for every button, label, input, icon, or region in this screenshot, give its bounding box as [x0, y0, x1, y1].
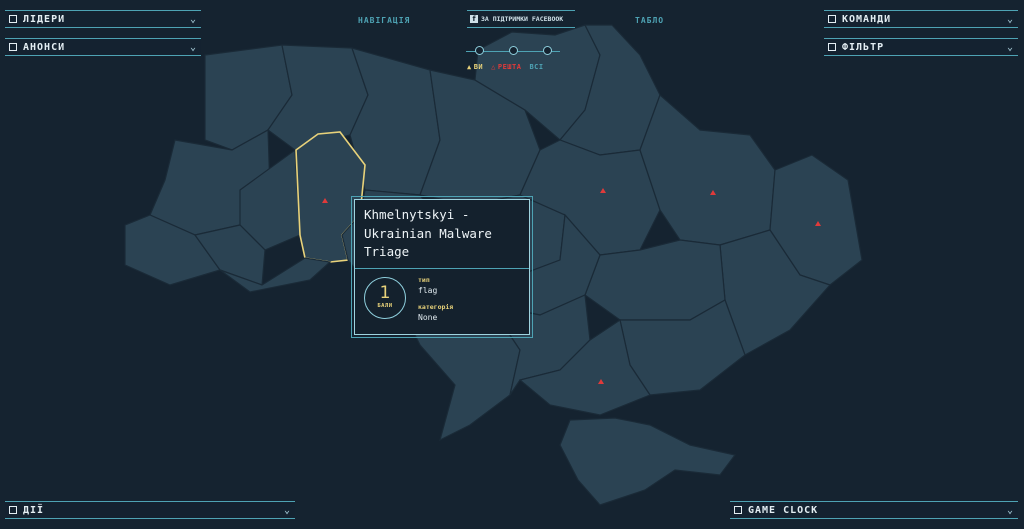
legend-rest[interactable]: △ РЕШТА	[491, 63, 521, 71]
announcements-label: АНОНСИ	[23, 41, 66, 53]
leaders-panel[interactable]: ЛІДЕРИ ⌄	[5, 10, 201, 28]
legend-you-label: ВИ	[473, 63, 484, 71]
game-clock-label: GAME CLOCK	[748, 504, 819, 516]
chevron-down-icon: ⌄	[1006, 41, 1014, 53]
checkbox-icon	[9, 43, 17, 51]
challenge-popup[interactable]: Khmelnytskyi - Ukrainian Malware Triage …	[351, 196, 533, 338]
slider-knob-all[interactable]	[543, 46, 552, 55]
chevron-down-icon: ⌄	[189, 13, 197, 25]
chevron-down-icon: ⌄	[1006, 13, 1014, 25]
type-meta: тип flag	[418, 276, 437, 295]
view-filter-slider[interactable]	[466, 45, 560, 59]
checkbox-icon	[9, 15, 17, 23]
facebook-label: ЗА ПІДТРИМКИ FACEBOOK	[481, 15, 564, 23]
facebook-sponsor[interactable]: f ЗА ПІДТРИМКИ FACEBOOK	[467, 10, 575, 28]
category-meta: категорія None	[418, 303, 453, 322]
actions-label: ДІЇ	[23, 504, 45, 516]
challenge-title: Khmelnytskyi - Ukrainian Malware Triage	[355, 200, 529, 269]
category-label: категорія	[418, 303, 454, 311]
slider-knob-you[interactable]	[475, 46, 484, 55]
announcements-panel[interactable]: АНОНСИ ⌄	[5, 38, 201, 56]
scoreboard-link[interactable]: ТАБЛО	[635, 16, 664, 25]
category-value: None	[418, 313, 438, 322]
legend-all-label: ВСІ	[529, 63, 544, 71]
slider-legend: ▲ ВИ △ РЕШТА ВСІ	[467, 63, 544, 71]
legend-all[interactable]: ВСІ	[529, 63, 543, 71]
teams-label: КОМАНДИ	[842, 13, 892, 25]
slider-knob-rest[interactable]	[509, 46, 518, 55]
navigation-link[interactable]: НАВІГАЦІЯ	[358, 16, 410, 25]
leaders-label: ЛІДЕРИ	[23, 13, 66, 25]
facebook-icon: f	[470, 15, 478, 23]
points-value: 1	[379, 283, 391, 303]
type-value: flag	[418, 286, 438, 295]
legend-rest-label: РЕШТА	[497, 63, 522, 71]
legend-you[interactable]: ▲ ВИ	[467, 63, 483, 71]
challenge-details: 1 БАЛИ тип flag категорія None	[355, 269, 529, 333]
teams-panel[interactable]: КОМАНДИ ⌄	[824, 10, 1018, 28]
region-crimea[interactable]	[559, 417, 737, 506]
points-label: БАЛИ	[377, 303, 393, 309]
checkbox-icon	[828, 43, 836, 51]
chevron-down-icon: ⌄	[283, 504, 291, 516]
game-clock-panel[interactable]: GAME CLOCK ⌄	[730, 501, 1018, 519]
chevron-down-icon: ⌄	[189, 41, 197, 53]
checkbox-icon	[828, 15, 836, 23]
triangle-outline-icon: △	[491, 63, 496, 71]
region-kharkiv[interactable]	[639, 93, 776, 246]
triangle-icon: ▲	[467, 63, 472, 71]
actions-panel[interactable]: ДІЇ ⌄	[5, 501, 295, 519]
points-badge: 1 БАЛИ	[364, 277, 406, 319]
checkbox-icon	[9, 506, 17, 514]
type-label: тип	[418, 276, 430, 284]
filter-panel[interactable]: ФІЛЬТР ⌄	[824, 38, 1018, 56]
checkbox-icon	[734, 506, 742, 514]
chevron-down-icon: ⌄	[1006, 504, 1014, 516]
filter-label: ФІЛЬТР	[842, 41, 885, 53]
